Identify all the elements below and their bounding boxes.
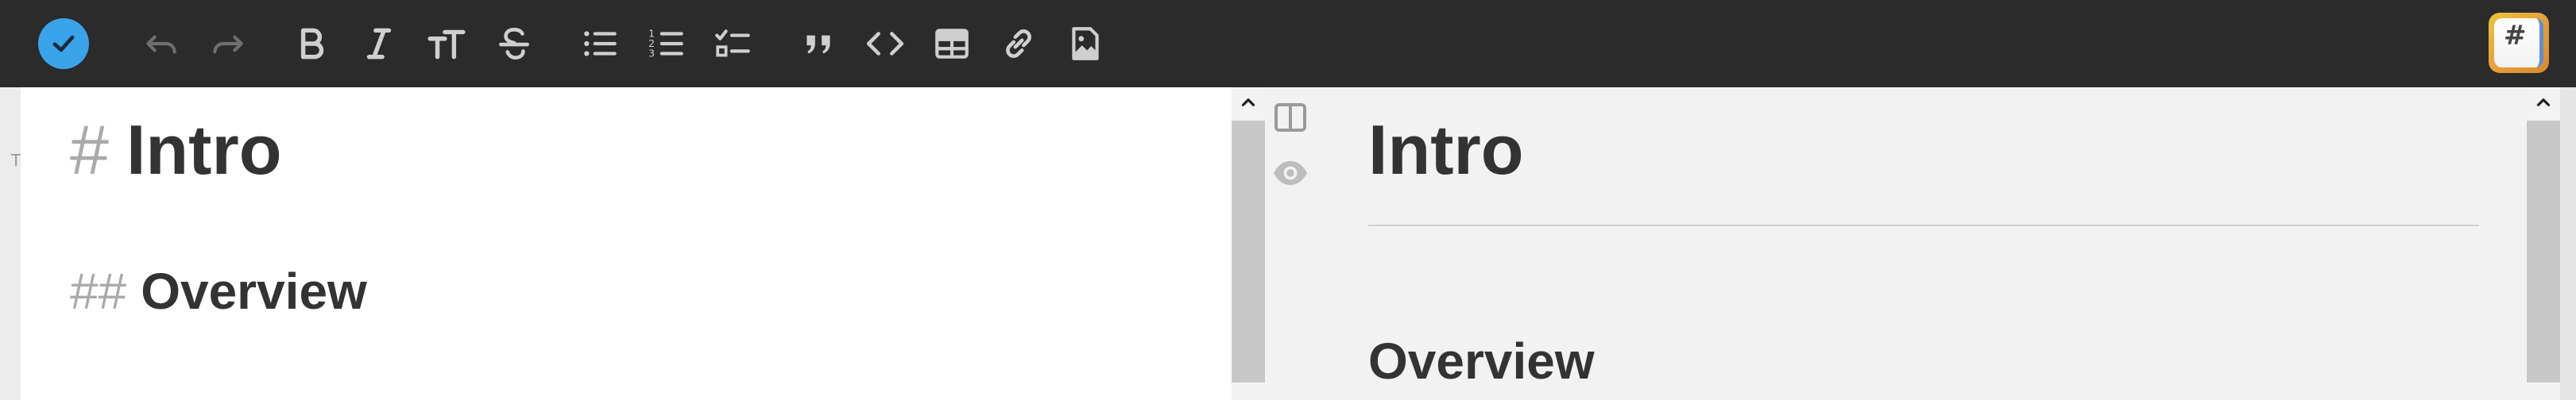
preview-scrollbar[interactable] [2527, 87, 2560, 400]
done-button[interactable] [38, 18, 89, 69]
split-view-button[interactable] [1267, 94, 1314, 141]
eye-icon [1274, 161, 1307, 185]
quote-icon [806, 35, 830, 54]
heading-marker: # [70, 110, 109, 189]
checklist-button[interactable] [706, 16, 761, 71]
table-icon [935, 29, 969, 59]
editor-scrollbar[interactable] [1232, 87, 1265, 400]
numbered-list-button[interactable]: 1 2 3 [639, 16, 694, 71]
strikethrough-icon [499, 27, 529, 60]
heading-button[interactable] [419, 16, 474, 71]
heading-text: Overview [141, 263, 367, 320]
strikethrough-button[interactable] [486, 16, 542, 71]
redo-button[interactable] [200, 16, 256, 71]
preview-heading-2: Overview [1368, 333, 1595, 390]
scrollbar-thumb[interactable] [2527, 121, 2560, 383]
scroll-up-icon[interactable] [1238, 92, 1259, 113]
window-edge [2560, 87, 2576, 400]
scrollbar-thumb[interactable] [1232, 121, 1265, 383]
app-badge-symbol: # [2504, 20, 2527, 52]
image-button[interactable] [1058, 16, 1113, 71]
undo-icon [146, 35, 176, 54]
checkmark-icon [52, 35, 75, 52]
heading-text: Intro [126, 110, 282, 189]
left-gutter: T [0, 87, 21, 400]
code-icon [866, 32, 904, 56]
undo-button[interactable] [133, 16, 189, 71]
heading-marker: ## [70, 263, 127, 320]
code-button[interactable] [857, 16, 913, 71]
heading-divider [1368, 225, 2479, 226]
link-button[interactable] [991, 16, 1046, 71]
bullet-list-button[interactable] [572, 16, 628, 71]
app-badge-button[interactable]: # [2489, 13, 2549, 73]
bold-icon [300, 28, 324, 60]
preview-heading-1: Intro [1368, 110, 1524, 189]
italic-button[interactable] [351, 16, 407, 71]
preview-pane: Intro Overview [1265, 87, 2527, 400]
bullet-list-icon [584, 31, 617, 56]
quote-button[interactable] [791, 16, 846, 71]
preview-toggle-button[interactable] [1267, 149, 1314, 197]
bold-button[interactable] [284, 16, 339, 71]
scroll-up-icon[interactable] [2533, 92, 2554, 113]
gutter-text: T [11, 151, 21, 170]
redo-icon [213, 35, 243, 54]
link-icon [1006, 29, 1031, 58]
editor-toolbar: 1 2 3 # [0, 0, 2576, 87]
table-button[interactable] [924, 16, 980, 71]
italic-icon [366, 28, 392, 60]
svg-text:3: 3 [648, 48, 655, 60]
image-icon [1072, 27, 1099, 60]
heading-icon [427, 29, 466, 60]
editor-line-h2[interactable]: ## Overview [70, 262, 367, 321]
split-view-icon [1274, 103, 1306, 132]
app-badge-icon: # [2494, 18, 2543, 67]
markdown-editor[interactable]: # Intro ## Overview [21, 87, 1232, 400]
editor-line-h1[interactable]: # Intro [70, 110, 281, 190]
checklist-icon [715, 29, 750, 57]
numbered-list-icon: 1 2 3 [648, 28, 683, 60]
